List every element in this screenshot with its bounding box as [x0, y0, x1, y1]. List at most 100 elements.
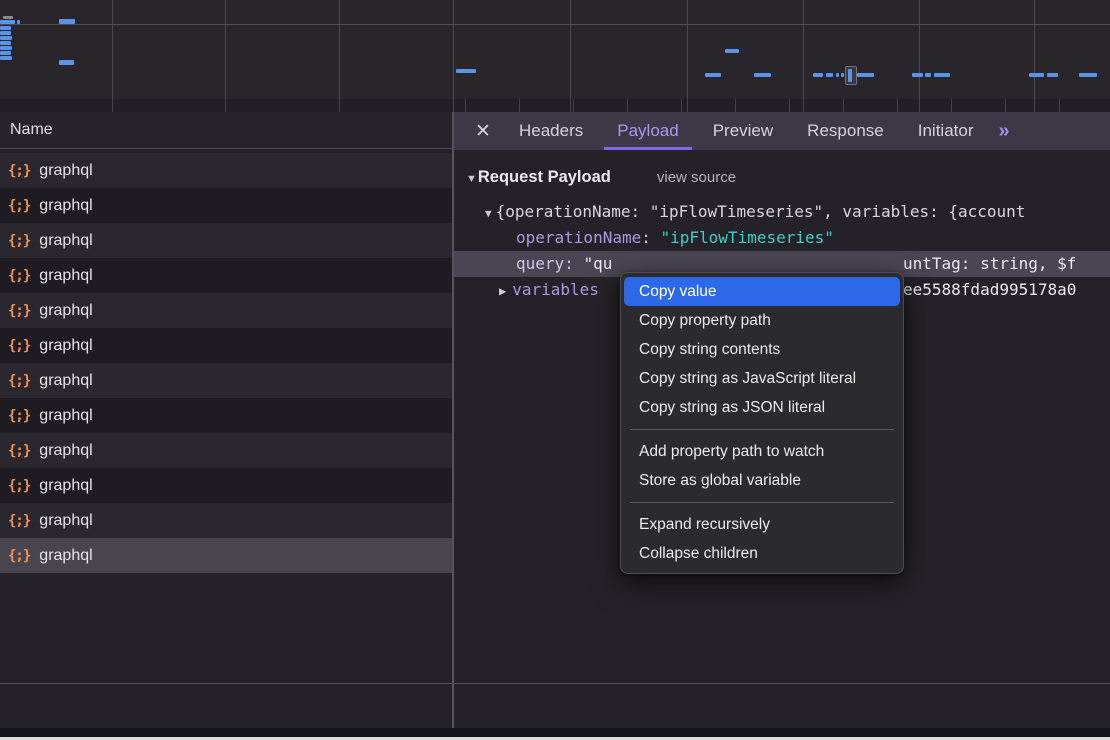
- request-timing-bar[interactable]: [0, 20, 15, 24]
- expander-closed-icon[interactable]: ▶: [499, 284, 506, 298]
- request-timing-bar[interactable]: [705, 73, 721, 77]
- timeline-gridline: [687, 0, 688, 99]
- request-name: graphql: [39, 337, 92, 355]
- timeline-gridline: [453, 0, 454, 99]
- view-source-link[interactable]: view source: [657, 169, 736, 186]
- request-timing-bar[interactable]: [725, 49, 739, 53]
- request-timing-bar[interactable]: [826, 73, 833, 77]
- more-tabs-icon[interactable]: »: [998, 120, 1009, 143]
- tab-headers[interactable]: Headers: [502, 112, 600, 150]
- overview-timeline[interactable]: [0, 0, 1110, 99]
- request-timing-bar[interactable]: [925, 73, 931, 77]
- request-timing-bar[interactable]: [1079, 73, 1097, 77]
- request-timing-bar[interactable]: [836, 73, 839, 77]
- request-timing-bar[interactable]: [912, 73, 923, 77]
- request-row[interactable]: {;}graphql: [0, 328, 452, 363]
- timeline-gridline: [919, 0, 920, 99]
- tab-preview[interactable]: Preview: [696, 112, 790, 150]
- timeline-gridline: [339, 0, 340, 99]
- request-row[interactable]: {;}graphql: [0, 538, 452, 573]
- request-row[interactable]: {;}graphql: [0, 153, 452, 188]
- json-braces-icon: {;}: [8, 198, 30, 214]
- request-timing-bar[interactable]: [59, 60, 74, 65]
- json-braces-icon: {;}: [8, 268, 30, 284]
- menu-item-copy-value[interactable]: Copy value: [624, 277, 900, 306]
- request-name: graphql: [39, 477, 92, 495]
- request-row[interactable]: {;}graphql: [0, 398, 452, 433]
- request-timing-bar[interactable]: [0, 56, 12, 60]
- payload-row-operationname[interactable]: operationName: "ipFlowTimeseries": [454, 225, 1110, 251]
- request-timing-bar[interactable]: [456, 69, 476, 73]
- tab-payload[interactable]: Payload: [600, 112, 695, 150]
- name-column-header[interactable]: Name: [0, 112, 452, 149]
- request-timing-bar[interactable]: [841, 73, 844, 77]
- request-row[interactable]: {;}graphql: [0, 293, 452, 328]
- request-timing-bar[interactable]: [3, 16, 13, 19]
- request-timing-bar[interactable]: [813, 73, 823, 77]
- request-row[interactable]: {;}graphql: [0, 223, 452, 258]
- request-timing-bar[interactable]: [857, 73, 874, 77]
- request-name: graphql: [39, 442, 92, 460]
- close-icon[interactable]: ✕: [464, 120, 502, 143]
- tab-initiator[interactable]: Initiator: [901, 112, 991, 150]
- request-row[interactable]: {;} graphql: [0, 188, 452, 223]
- request-timing-bar[interactable]: [0, 51, 11, 55]
- menu-item-copy-string-as-json-literal[interactable]: Copy string as JSON literal: [621, 393, 903, 422]
- request-name: graphql: [39, 512, 92, 530]
- request-timing-bar[interactable]: [0, 41, 11, 45]
- request-name: graphql: [39, 197, 92, 215]
- property-key: query: [516, 254, 564, 273]
- bottom-divider: [0, 683, 1110, 684]
- request-timing-bar[interactable]: [17, 20, 20, 24]
- menu-item-copy-property-path[interactable]: Copy property path: [621, 306, 903, 335]
- ruler-tick: [225, 99, 226, 112]
- property-key: variables: [512, 280, 599, 299]
- details-tab-bar: ✕ Headers Payload Preview Response Initi…: [454, 112, 1110, 150]
- menu-separator: [630, 429, 894, 430]
- expander-open-icon[interactable]: ▼: [466, 173, 477, 185]
- request-row[interactable]: {;}graphql: [0, 503, 452, 538]
- request-name: graphql: [39, 407, 92, 425]
- ruler-tick: [919, 99, 920, 112]
- menu-item-copy-string-as-javascript-literal[interactable]: Copy string as JavaScript literal: [621, 364, 903, 393]
- ruler-tick: [627, 99, 628, 112]
- menu-item-copy-string-contents[interactable]: Copy string contents: [621, 335, 903, 364]
- ruler-tick: [735, 99, 736, 112]
- payload-root-row[interactable]: ▼ {operationName: "ipFlowTimeseries", var…: [454, 199, 1110, 225]
- menu-item-collapse-children[interactable]: Collapse children: [621, 539, 903, 568]
- object-preview-text: {operationName: "ipFlowTimeseries", vari…: [496, 202, 1026, 221]
- timeline-selection-marker[interactable]: [845, 66, 857, 85]
- json-braces-icon: {;}: [8, 233, 30, 249]
- request-timing-bar[interactable]: [0, 31, 11, 35]
- request-timing-bar[interactable]: [754, 73, 771, 77]
- property-value-fragment: ee5588fdad995178a0: [903, 277, 1076, 303]
- menu-item-add-property-path-to-watch[interactable]: Add property path to watch: [621, 437, 903, 466]
- request-row[interactable]: {;}graphql: [0, 258, 452, 293]
- menu-item-store-as-global-variable[interactable]: Store as global variable: [621, 466, 903, 495]
- request-timing-bar[interactable]: [59, 19, 75, 24]
- request-timing-bar[interactable]: [1029, 73, 1044, 77]
- menu-item-expand-recursively[interactable]: Expand recursively: [621, 510, 903, 539]
- request-timing-bar[interactable]: [934, 73, 950, 77]
- json-braces-icon: {;}: [8, 163, 30, 179]
- request-timing-bar[interactable]: [0, 46, 12, 50]
- request-row[interactable]: {;}graphql: [0, 433, 452, 468]
- ruler-tick: [339, 99, 340, 112]
- request-row[interactable]: {;}graphql: [0, 363, 452, 398]
- request-row[interactable]: {;}graphql: [0, 468, 452, 503]
- request-timing-bar[interactable]: [1047, 73, 1058, 77]
- expander-open-icon[interactable]: ▼: [485, 207, 492, 220]
- ruler-tick: [573, 99, 574, 112]
- request-list: {;} graphql {;} graphql {;} graphql {;} graphql…: [0, 153, 452, 573]
- timeline-gridline: [1034, 0, 1035, 99]
- timeline-gridline: [570, 0, 571, 99]
- timeline-gridline: [803, 0, 804, 99]
- tab-response[interactable]: Response: [790, 112, 901, 150]
- colon: :: [564, 254, 583, 273]
- ruler-tick: [681, 99, 682, 112]
- request-timing-bar[interactable]: [0, 36, 12, 40]
- payload-section-header[interactable]: ▼ Request Payload view source: [466, 168, 1110, 187]
- property-value: "ipFlowTimeseries": [661, 228, 834, 247]
- request-timing-bar[interactable]: [0, 26, 11, 30]
- timeline-gridline: [225, 0, 226, 99]
